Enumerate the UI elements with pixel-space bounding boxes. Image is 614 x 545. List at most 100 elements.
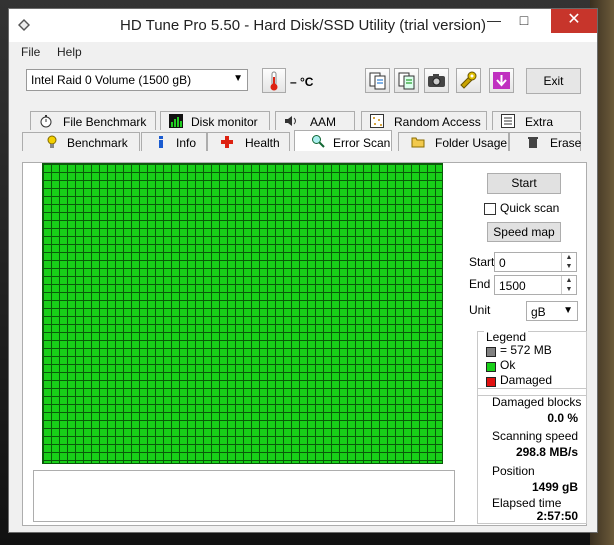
menu-file[interactable]: File (21, 45, 40, 59)
drive-select-value: Intel Raid 0 Volume (1500 gB) (31, 73, 192, 87)
copy-info-button[interactable] (365, 68, 390, 93)
tab-folder-usage[interactable]: Folder Usage (398, 132, 509, 151)
stopwatch-icon (40, 115, 52, 128)
copy-all-button[interactable] (394, 68, 419, 93)
scanning-speed-label: Scanning speed (492, 429, 579, 443)
scan-log-box[interactable] (33, 470, 455, 522)
quick-scan-label: Quick scan (500, 201, 560, 215)
elapsed-time-value: 2:57:50 (536, 509, 578, 523)
tab-aam-label: AAM (310, 115, 337, 129)
menu-file-label: File (21, 45, 41, 59)
tab-error-scan-label: Error Scan (333, 136, 391, 150)
chevron-down-icon: ▼ (233, 73, 243, 84)
menu-help[interactable]: Help (57, 45, 82, 59)
tab-disk-monitor[interactable]: Disk monitor (160, 111, 270, 130)
thermometer-icon (270, 71, 278, 91)
scan-stats-box: Damaged blocks 0.0 % Scanning speed 298.… (477, 388, 587, 524)
tab-row-bottom: Benchmark Info Health Error Scan Folder … (22, 130, 587, 151)
temperature-readout: – °C (290, 75, 314, 89)
elapsed-time-label: Elapsed time (492, 496, 562, 510)
tab-aam[interactable]: AAM (275, 111, 355, 130)
legend-damaged-label: Damaged (500, 373, 553, 387)
end-field-value: 1500 (499, 279, 526, 293)
folder-icon (411, 137, 425, 148)
start-button[interactable]: Start (487, 173, 561, 194)
tab-file-benchmark-label: File Benchmark (63, 115, 147, 129)
close-button[interactable]: ✕ (551, 9, 597, 33)
damaged-blocks-value: 0.0 % (547, 411, 578, 425)
camera-icon (428, 74, 445, 87)
temperature-button[interactable] (262, 68, 286, 93)
speed-map-button[interactable]: Speed map (487, 222, 561, 242)
legend-damaged-swatch (486, 377, 496, 387)
checklist-icon (501, 114, 515, 128)
start-field-label: Start (469, 255, 495, 269)
trash-icon (528, 137, 538, 148)
spinner-arrows-icon[interactable]: ▲ ▼ (561, 276, 576, 294)
chevron-down-icon: ▼ (563, 305, 573, 316)
app-window: HD Tune Pro 5.50 - Hard Disk/SSD Utility… (8, 8, 598, 533)
legend-block-swatch (486, 347, 496, 357)
maximize-icon: □ (519, 12, 529, 28)
menu-bar: File Help (9, 42, 597, 62)
options-button[interactable] (456, 68, 481, 93)
legend-ok-label: Ok (500, 358, 516, 372)
menu-help-label: Help (57, 45, 82, 59)
health-cross-icon (221, 136, 233, 148)
scanning-speed-value: 298.8 MB/s (515, 445, 578, 459)
legend-block-size: = 572 MB (500, 343, 552, 357)
save-button[interactable] (489, 68, 514, 93)
maximize-button[interactable]: □ (509, 9, 539, 33)
drive-select[interactable]: Intel Raid 0 Volume (1500 gB) ▼ (26, 69, 248, 91)
start-field[interactable]: 0 ▲ ▼ (494, 252, 577, 272)
tools-icon (460, 71, 477, 89)
legend-ok-swatch (486, 362, 496, 372)
tab-folder-usage-label: Folder Usage (435, 136, 508, 150)
position-value: 1499 gB (531, 480, 578, 494)
download-arrow-icon (493, 72, 510, 89)
exit-button[interactable]: Exit (526, 68, 581, 94)
end-field-label: End (469, 277, 491, 291)
magnifier-icon (312, 135, 325, 148)
unit-label: Unit (469, 303, 491, 317)
start-field-value: 0 (499, 256, 506, 270)
minimize-icon: — (487, 12, 501, 28)
legend-box: Legend = 572 MB Ok Damaged (477, 330, 587, 396)
spinner-arrows-icon[interactable]: ▲ ▼ (561, 253, 576, 271)
tab-random-access[interactable]: Random Access (361, 111, 487, 130)
quick-scan-checkbox[interactable] (484, 203, 496, 215)
tab-benchmark-label: Benchmark (67, 136, 128, 150)
tab-error-scan[interactable]: Error Scan (294, 130, 392, 151)
close-icon: ✕ (567, 11, 581, 28)
damaged-blocks-label: Damaged blocks (492, 395, 582, 409)
unit-select[interactable]: gB ▼ (526, 301, 578, 321)
tab-health-label: Health (245, 136, 280, 150)
unit-select-value: gB (531, 305, 546, 319)
minimize-button[interactable]: — (479, 9, 509, 33)
tab-extra-tests[interactable]: Extra tests (492, 111, 581, 147)
end-field[interactable]: 1500 ▲ ▼ (494, 275, 577, 295)
position-label: Position (492, 464, 535, 478)
tab-row-top: File Benchmark Disk monitor AAM Random A… (22, 111, 587, 147)
error-scan-panel: Start Quick scan Speed map Start 0 ▲ ▼ En… (22, 162, 587, 526)
random-grid-icon (370, 114, 384, 128)
copy-all-icon (398, 72, 415, 90)
info-icon (159, 136, 163, 148)
tab-erase[interactable]: Erase (509, 132, 581, 151)
speaker-icon (285, 116, 296, 126)
tab-disk-monitor-label: Disk monitor (191, 115, 258, 129)
screenshot-button[interactable] (424, 68, 449, 93)
title-bar[interactable]: HD Tune Pro 5.50 - Hard Disk/SSD Utility… (9, 9, 597, 42)
bar-chart-icon (169, 114, 183, 128)
lightbulb-icon (47, 135, 57, 148)
tab-file-benchmark[interactable]: File Benchmark (30, 111, 156, 130)
tab-info-label: Info (176, 136, 197, 150)
copy-icon (369, 72, 386, 90)
tab-info[interactable]: Info (141, 132, 207, 151)
tab-erase-label: Erase (550, 136, 582, 150)
tab-benchmark[interactable]: Benchmark (22, 132, 140, 151)
legend-title: Legend (484, 330, 529, 344)
tab-health[interactable]: Health (207, 132, 290, 151)
scan-block-map (42, 163, 443, 464)
tab-random-access-label: Random Access (394, 115, 481, 129)
